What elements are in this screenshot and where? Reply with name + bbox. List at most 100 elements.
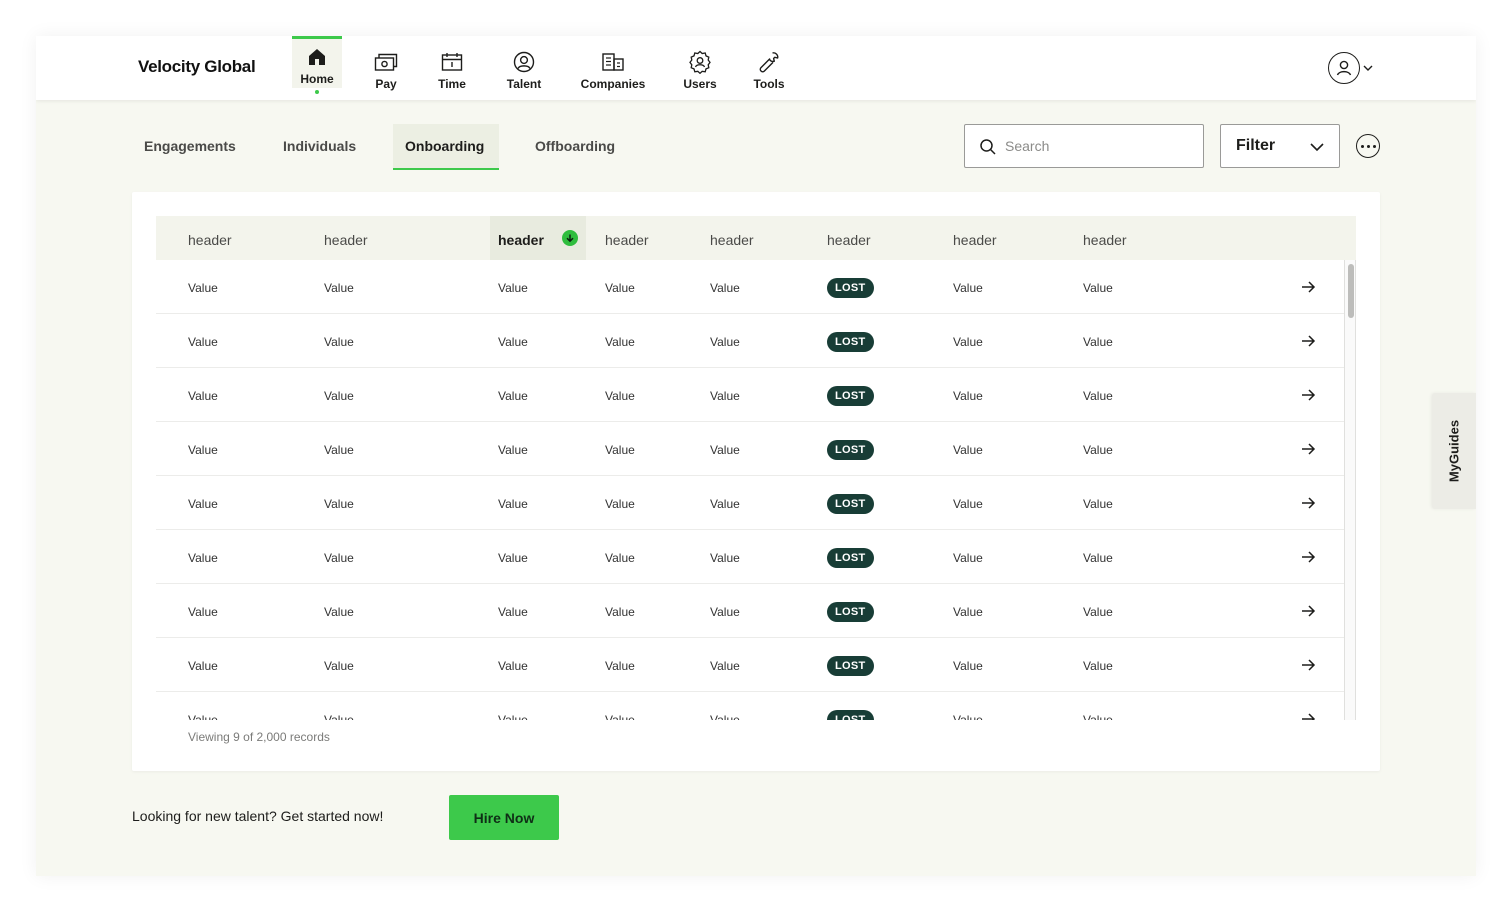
table-cell: Value	[498, 281, 528, 295]
table-cell: Value	[324, 281, 354, 295]
table-cell: Value	[710, 713, 740, 720]
nav-item-pay[interactable]: Pay	[362, 36, 410, 100]
column-header[interactable]: header	[1083, 216, 1127, 260]
table-cell: Value	[605, 389, 635, 403]
nav-item-label: Time	[438, 76, 466, 91]
column-header[interactable]: header	[324, 216, 368, 260]
table-cell: Value	[710, 497, 740, 511]
table-cell: Value	[188, 281, 218, 295]
more-options-icon[interactable]	[1356, 134, 1380, 158]
table-cell: Value	[710, 551, 740, 565]
table-cell: Value	[710, 443, 740, 457]
table-cell: Value	[188, 497, 218, 511]
calendar-icon	[440, 50, 464, 74]
scrollbar-thumb[interactable]	[1348, 264, 1354, 318]
nav-item-home[interactable]: Home	[292, 36, 342, 94]
chevron-down-icon[interactable]	[1362, 62, 1374, 74]
table-cell: Value	[953, 659, 983, 673]
users-icon	[688, 50, 712, 74]
table-cell: Value	[1083, 551, 1113, 565]
arrow-right-icon[interactable]	[1300, 333, 1316, 349]
table-row[interactable]: Value Value Value Value Value LOST Value Value	[156, 638, 1344, 692]
table-cell: Value	[953, 443, 983, 457]
table-cell: Value	[1083, 389, 1113, 403]
table-cell: Value	[188, 659, 218, 673]
myguides-tab[interactable]: MyGuides	[1432, 393, 1476, 509]
table-cell: Value	[188, 551, 218, 565]
table-row[interactable]: Value Value Value Value Value LOST Value Value	[156, 422, 1344, 476]
table-cell: Value	[605, 281, 635, 295]
table-cell: Value	[1083, 659, 1113, 673]
table-cell: Value	[324, 443, 354, 457]
table-row[interactable]: Value Value Value Value Value LOST Value Value	[156, 584, 1344, 638]
column-header-sorted[interactable]: header	[490, 216, 586, 260]
status-badge: LOST	[827, 548, 874, 568]
table-cell: Value	[188, 335, 218, 349]
status-badge: LOST	[827, 494, 874, 514]
table-scrollbar[interactable]	[1344, 260, 1356, 720]
table-row[interactable]: Value Value Value Value Value LOST Value Value	[156, 314, 1344, 368]
table-cell: Value	[953, 281, 983, 295]
status-badge: LOST	[827, 440, 874, 460]
table-cell: Value	[324, 389, 354, 403]
arrow-right-icon[interactable]	[1300, 657, 1316, 673]
column-header[interactable]: header	[827, 216, 871, 260]
status-badge: LOST	[827, 656, 874, 676]
nav-item-time[interactable]: Time	[428, 36, 476, 100]
column-header[interactable]: header	[188, 216, 232, 260]
tab-onboarding[interactable]: Onboarding	[393, 124, 499, 170]
arrow-right-icon[interactable]	[1300, 387, 1316, 403]
column-header[interactable]: header	[710, 216, 754, 260]
records-count: Viewing 9 of 2,000 records	[188, 730, 330, 744]
nav-item-label: Pay	[375, 76, 397, 91]
arrow-right-icon[interactable]	[1300, 603, 1316, 619]
table-cell: Value	[953, 605, 983, 619]
nav-item-users[interactable]: Users	[676, 36, 724, 100]
search-input[interactable]	[1005, 135, 1195, 157]
user-avatar-icon[interactable]	[1328, 52, 1360, 84]
table-cell: Value	[324, 335, 354, 349]
table-cell: Value	[188, 605, 218, 619]
sort-descending-icon[interactable]	[562, 230, 578, 246]
arrow-right-icon[interactable]	[1300, 495, 1316, 511]
table-cell: Value	[710, 659, 740, 673]
nav-item-talent[interactable]: Talent	[496, 36, 552, 100]
nav-item-companies[interactable]: Companies	[576, 36, 650, 100]
table-cell: Value	[498, 389, 528, 403]
arrow-right-icon[interactable]	[1300, 711, 1316, 720]
tab-engagements[interactable]: Engagements	[132, 124, 248, 170]
table-cell: Value	[1083, 443, 1113, 457]
filter-dropdown[interactable]: Filter	[1220, 124, 1340, 168]
records-table-card: header header header header header heade…	[132, 192, 1380, 771]
table-row[interactable]: Value Value Value Value Value LOST Value Value	[156, 476, 1344, 530]
active-indicator-dot	[315, 90, 319, 94]
search-box[interactable]	[964, 124, 1204, 168]
arrow-right-icon[interactable]	[1300, 549, 1316, 565]
arrow-right-icon[interactable]	[1300, 441, 1316, 457]
brand-logo[interactable]: Velocity Global	[138, 57, 256, 77]
nav-item-tools[interactable]: Tools	[746, 36, 792, 100]
table-cell: Value	[605, 713, 635, 720]
tab-offboarding[interactable]: Offboarding	[523, 124, 627, 170]
table-cell: Value	[953, 389, 983, 403]
myguides-label: MyGuides	[1446, 419, 1462, 483]
tab-individuals[interactable]: Individuals	[271, 124, 368, 170]
table-row[interactable]: Value Value Value Value Value LOST Value Value	[156, 368, 1344, 422]
table-cell: Value	[324, 659, 354, 673]
table-row[interactable]: Value Value Value Value Value LOST Value Value	[156, 530, 1344, 584]
column-header[interactable]: header	[953, 216, 997, 260]
table-cell: Value	[498, 335, 528, 349]
status-badge: LOST	[827, 710, 874, 720]
talent-icon	[512, 50, 536, 74]
nav-item-label: Home	[300, 72, 334, 86]
table-cell: Value	[1083, 713, 1113, 720]
table-row[interactable]: Value Value Value Value Value LOST Value Value	[156, 260, 1344, 314]
column-header[interactable]: header	[605, 216, 649, 260]
table-cell: Value	[1083, 497, 1113, 511]
arrow-right-icon[interactable]	[1300, 279, 1316, 295]
nav-item-label: Companies	[580, 76, 646, 91]
table-cell: Value	[710, 389, 740, 403]
hire-now-button[interactable]: Hire Now	[449, 795, 559, 840]
table-row[interactable]: Value Value Value Value Value LOST Value Value	[156, 692, 1344, 720]
wrench-icon	[757, 50, 781, 74]
